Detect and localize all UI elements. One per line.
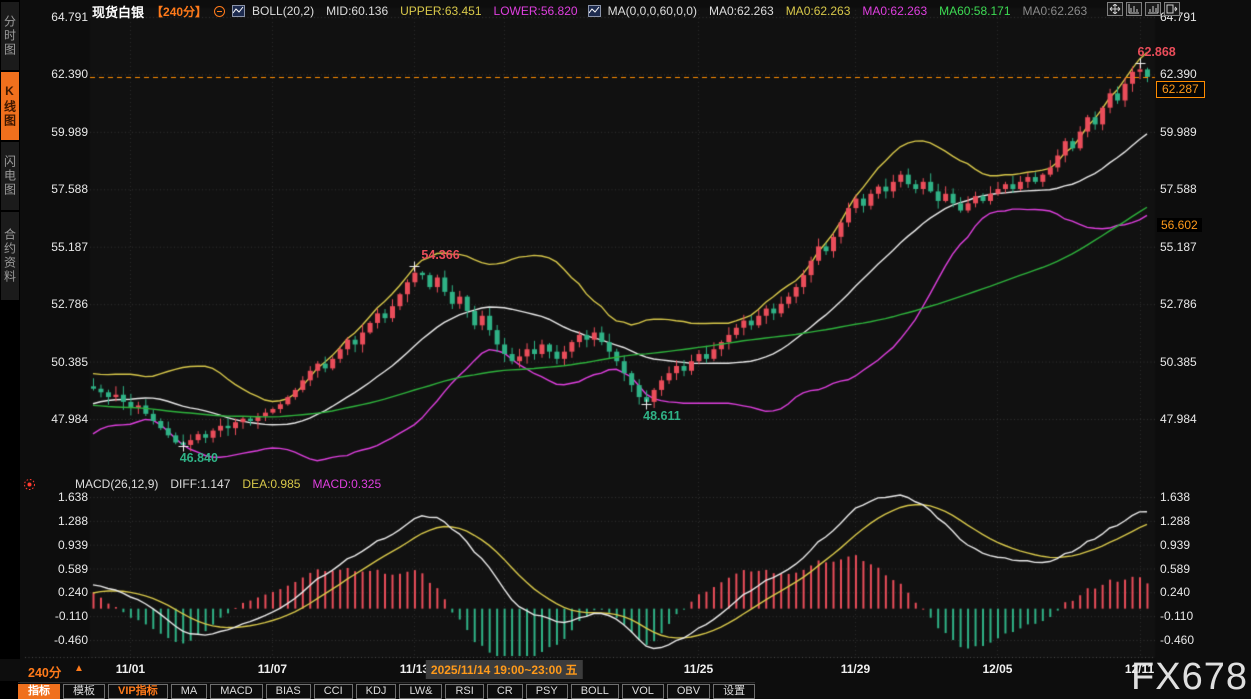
y-axis-tick: 57.588 [1160,182,1197,196]
boll-value-0: BOLL(20,2) [252,4,314,18]
y-axis-tick: 0.939 [1160,538,1190,552]
symbol-name: 现货白银 [92,2,144,21]
hovered-candle-timestamp: 2025/11/14 19:00~23:00 五 [426,660,582,679]
sidebar-item-2[interactable]: 闪电图 [1,142,19,210]
sidebar-item-3[interactable]: 合约资料 [1,212,19,300]
x-axis-date: 12/05 [982,662,1012,676]
y-axis-tick: 59.989 [26,125,88,139]
indicator-button-macd[interactable]: MACD [210,684,262,699]
boll-value-2: UPPER:63.451 [400,4,481,18]
y-axis-tick: -0.460 [26,633,88,647]
macd-value-2: DEA:0.985 [242,477,300,491]
y-axis-tick: 0.240 [26,585,88,599]
left-sidebar: 分时图 K线图闪电图合约资料 [0,0,20,699]
y-axis-tick: 0.240 [1160,585,1190,599]
period-selector[interactable]: 240分 [28,662,61,681]
indicator-toolbar: 指标模板VIP指标MAMACD BIASCCIKDJLW&RSI CRPSYBOLL… [18,682,755,699]
x-axis-date: 11/13 [400,662,429,676]
indicator-button-psy[interactable]: PSY [526,684,568,699]
ma-value-2: MA0:62.263 [786,4,851,18]
y-axis-tick: 47.984 [26,412,88,426]
macd-value-3: MACD:0.325 [312,477,381,491]
y-axis-tick: 0.589 [26,562,88,576]
ma-value-4: MA60:58.171 [939,4,1010,18]
ma-value-5: MA0:62.263 [1023,4,1088,18]
indicator-button-lw[interactable]: LW& [399,684,442,699]
y-axis-tick: 1.638 [1160,490,1190,504]
x-axis-date: 11/01 [116,662,145,676]
y-axis-tick: 0.589 [1160,562,1190,576]
indicator-button-cci[interactable]: CCI [314,684,353,699]
reference-price-label: 56.602 [1157,218,1202,232]
x-axis-date: 11/29 [841,662,870,676]
indicator-button-bias[interactable]: BIAS [266,684,311,699]
y-axis-tick: 0.939 [26,538,88,552]
macd-value-0: MACD(26,12,9) [75,477,158,491]
chart-toolbuttons [1107,2,1180,16]
indicator-button-cr[interactable]: CR [487,684,523,699]
time-axis: 240分 ▲ 11/01 11/07 11/132025/11/14 19:00~2… [0,659,1251,681]
extreme-price-annotation: 62.868 [1138,45,1176,59]
y-axis-tick: 59.989 [1160,125,1197,139]
sidebar-item-1[interactable]: K线图 [1,72,19,140]
ma-indicator-icon[interactable] [588,5,601,17]
y-axis-tick: 57.588 [26,182,88,196]
ma-value-1: MA0:62.263 [709,4,774,18]
expand-window-icon[interactable] [1164,2,1180,16]
y-axis-tick: 47.984 [1160,412,1197,426]
macd-value-1: DIFF:1.147 [170,477,230,491]
x-axis-date: 11/25 [684,662,713,676]
indicator-button-ma[interactable]: MA [171,684,208,699]
period-dropdown-arrow-icon[interactable]: ▲ [74,663,84,674]
y-axis-tick: 55.187 [1160,240,1197,254]
watermark: FX678 [1131,656,1248,699]
indicator-button-vol[interactable]: VOL [622,684,664,699]
zoom-in-chart-icon[interactable] [1126,2,1142,16]
ma-value-0: MA(0,0,0,60,0,0) [608,4,697,18]
boll-values: BOLL(20,2) MID:60.136 UPPER:63.451 LOWER:56… [252,4,581,18]
y-axis-tick: -0.110 [26,609,88,623]
toolbar-tab-1[interactable]: 模板 [63,684,105,699]
boll-value-3: LOWER:56.820 [494,4,578,18]
indicator-button-boll[interactable]: BOLL [571,684,619,699]
y-axis-tick: 62.390 [1160,67,1197,81]
extreme-price-annotation: 48.611 [643,409,681,423]
boll-indicator-icon[interactable] [232,5,245,17]
ma-values: MA(0,0,0,60,0,0) MA0:62.263 MA0:62.263 MA0:… [608,4,1091,18]
period-label[interactable]: 【240分】 [151,3,207,20]
boll-value-1: MID:60.136 [326,4,388,18]
indicator-button-rsi[interactable]: RSI [445,684,483,699]
toolbar-tab-2[interactable]: VIP指标 [108,684,168,699]
record-indicator-icon[interactable] [23,478,36,496]
current-price-badge: 62.287 [1156,81,1205,98]
y-axis-tick: -0.110 [1160,609,1193,623]
chart-header: 现货白银 【240分】 BOLL(20,2) MID:60.136 UPPER:63… [92,3,1090,19]
extreme-price-annotation: 54.366 [421,248,459,262]
indicator-button-obv[interactable]: OBV [667,684,710,699]
trading-app-window: 分时图 K线图闪电图合约资料 现货白银 【240分】 BOLL(20,2) MID:… [0,0,1251,699]
indicator-button-kdj[interactable]: KDJ [356,684,397,699]
macd-header: MACD(26,12,9) DIFF:1.147 DEA:0.985 MACD:0.3… [75,477,384,491]
y-axis-tick: 50.385 [1160,355,1197,369]
zoom-out-chart-icon[interactable] [1145,2,1161,16]
collapse-circle-minus-icon[interactable] [214,6,225,17]
y-axis-tick: 52.786 [26,297,88,311]
y-axis-tick: 62.390 [26,67,88,81]
crosshair-move-icon[interactable] [1107,2,1123,16]
indicator-button-[interactable]: 设置 [713,684,755,699]
y-axis-tick: 52.786 [1160,297,1197,311]
y-axis-tick: 1.288 [26,514,88,528]
ma-value-3: MA0:62.263 [862,4,927,18]
y-axis-tick: 55.187 [26,240,88,254]
y-axis-tick: -0.460 [1160,633,1194,647]
sidebar-item-0[interactable]: 分时图 [1,2,19,70]
toolbar-tab-0[interactable]: 指标 [18,684,60,699]
candlestick-chart-canvas[interactable] [0,0,1251,699]
y-axis-tick: 50.385 [26,355,88,369]
y-axis-tick: 1.288 [1160,514,1190,528]
x-axis-date: 11/07 [258,662,287,676]
extreme-price-annotation: 46.840 [180,451,218,465]
y-axis-tick: 64.791 [26,10,88,24]
